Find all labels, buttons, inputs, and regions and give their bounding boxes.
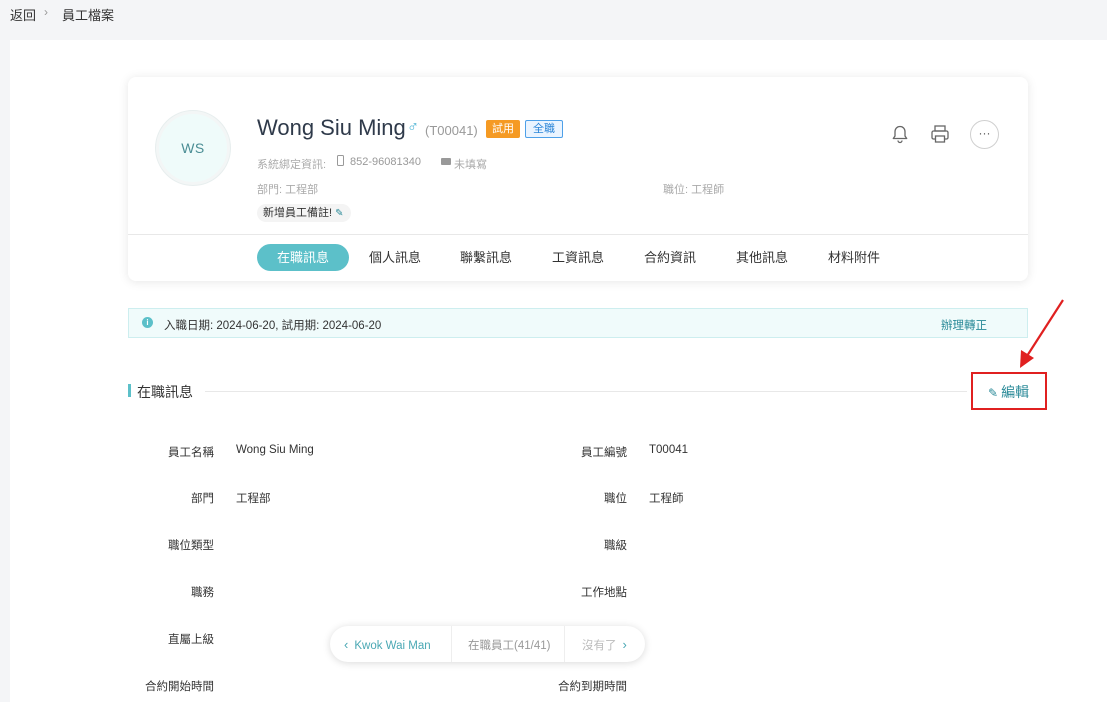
notice-text: 入職日期: 2024-06-20, 試用期: 2024-06-20 (164, 320, 382, 332)
field-label: 員工編號 (581, 447, 627, 459)
annotation-arrow-icon (1020, 299, 1064, 368)
male-icon: ♂ (407, 119, 419, 136)
department-info: 部門: 工程部 (257, 184, 319, 196)
field-label: 部門 (191, 493, 214, 505)
chevron-right-icon: › (622, 637, 627, 652)
profile-card: WS Wong Siu Ming ♂ (T00041) 試用 全職 系統綁定資訊… (128, 77, 1028, 281)
phone-icon (337, 155, 344, 166)
email-value: 未填寫 (454, 159, 487, 171)
field-value: T00041 (649, 444, 689, 456)
back-link[interactable]: 返回 (10, 5, 36, 24)
status-badge-trial: 試用 (486, 120, 520, 138)
prev-employee-button[interactable]: ‹ Kwok Wai Man (344, 637, 431, 652)
employee-pager: ‹ Kwok Wai Man 在職員工(41/41) 沒有了 › (330, 626, 645, 662)
pencil-icon: ✎ (335, 208, 344, 219)
annotation-highlight-box (971, 372, 1047, 410)
field-label: 合約到期時間 (558, 681, 627, 693)
tab-salary-info[interactable]: 工資訊息 (552, 244, 604, 271)
employee-number: (T00041) (425, 123, 478, 138)
avatar: WS (156, 111, 230, 185)
card-divider (128, 234, 1028, 235)
tab-attachments[interactable]: 材料附件 (828, 244, 880, 271)
section-title: 在職訊息 (137, 384, 193, 400)
tab-personal-info[interactable]: 個人訊息 (369, 244, 421, 271)
more-options-icon[interactable]: ··· (970, 120, 999, 149)
breadcrumb-current: 員工檔案 (62, 8, 115, 23)
position-info: 職位: 工程師 (663, 184, 725, 196)
status-badge-fulltime: 全職 (525, 120, 563, 138)
employee-name: Wong Siu Ming (257, 115, 406, 140)
field-value: Wong Siu Ming (236, 444, 314, 456)
field-label: 員工名稱 (168, 447, 214, 459)
next-employee-button[interactable]: 沒有了 › (582, 637, 627, 653)
prev-employee-name: Kwok Wai Man (354, 640, 431, 652)
pager-divider (564, 626, 565, 662)
confirm-regular-link[interactable]: 辦理轉正 (941, 317, 987, 333)
next-employee-label: 沒有了 (582, 640, 617, 652)
breadcrumb-separator-icon: › (44, 5, 48, 19)
mail-icon (441, 158, 451, 165)
printer-icon[interactable] (927, 121, 953, 147)
field-label: 合約開始時間 (145, 681, 214, 693)
tab-other-info[interactable]: 其他訊息 (736, 244, 788, 271)
field-value: 工程師 (649, 493, 684, 505)
section-divider (205, 391, 967, 392)
bell-icon[interactable] (887, 121, 913, 147)
pager-status: 在職員工(41/41) (468, 640, 551, 652)
section-accent-bar (128, 384, 131, 397)
add-note-label: 新增員工備註! (263, 207, 333, 219)
field-label: 職位 (604, 493, 627, 505)
field-label: 工作地點 (581, 587, 627, 599)
info-icon: i (142, 317, 153, 328)
employment-notice: i 入職日期: 2024-06-20, 試用期: 2024-06-20 辦理轉正 (128, 308, 1028, 338)
tab-employment-info[interactable]: 在職訊息 (257, 244, 349, 271)
system-binding-label: 系統綁定資訊: (257, 159, 327, 171)
field-value: 工程部 (236, 493, 271, 505)
breadcrumb: 返回 › 員工檔案 (0, 0, 1107, 40)
field-label: 職位類型 (168, 540, 214, 552)
phone-number: 852-96081340 (350, 156, 421, 168)
field-label: 職級 (604, 540, 627, 552)
tab-contract-info[interactable]: 合約資訊 (644, 244, 696, 271)
pager-divider (451, 626, 452, 662)
add-note-button[interactable]: 新增員工備註! ✎ (257, 204, 352, 222)
chevron-left-icon: ‹ (344, 637, 349, 652)
field-label: 職務 (191, 587, 214, 599)
field-label: 直屬上級 (168, 634, 214, 646)
tab-contact-info[interactable]: 聯繫訊息 (460, 244, 512, 271)
